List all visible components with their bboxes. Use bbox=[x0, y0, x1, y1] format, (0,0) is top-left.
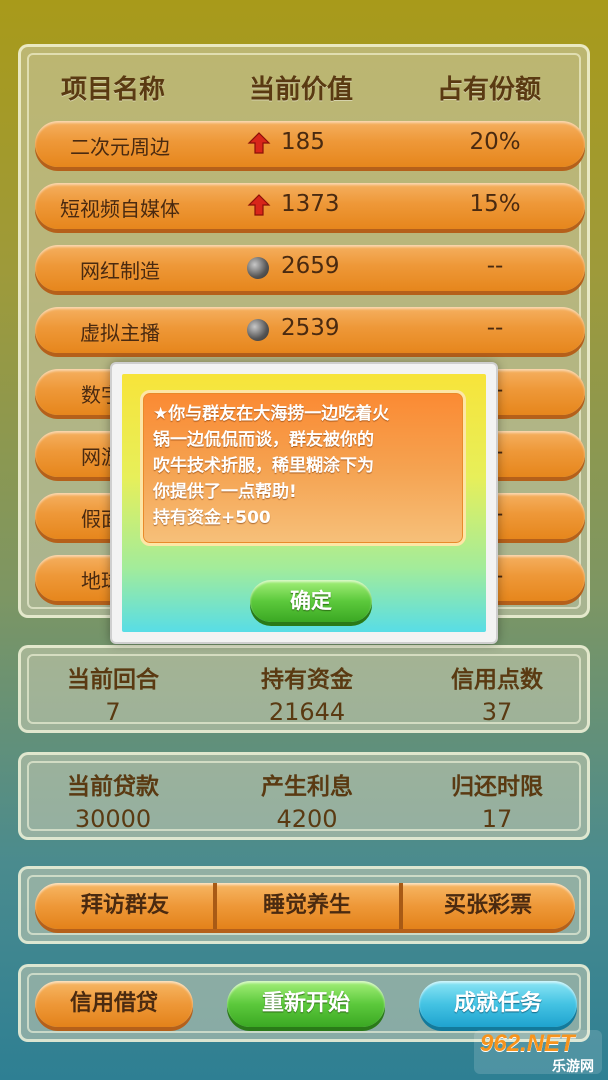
table-row[interactable]: 短视频自媒体 1373 15% bbox=[35, 183, 585, 229]
funds-label: 持有资金 bbox=[261, 667, 353, 693]
project-value: 185 bbox=[281, 129, 325, 155]
deadline-value: 17 bbox=[481, 805, 513, 833]
round-stat: 当前回合 7 bbox=[23, 660, 203, 726]
header-current-value: 当前价值 bbox=[249, 75, 354, 105]
round-label: 当前回合 bbox=[67, 667, 159, 693]
table-row[interactable]: 网红制造 2659 -- bbox=[35, 245, 585, 291]
up-arrow-icon bbox=[247, 132, 271, 154]
table-row[interactable]: 二次元周边 185 20% bbox=[35, 121, 585, 167]
site-watermark-logo: 962.NET 乐游网 bbox=[474, 1028, 602, 1076]
credit-label: 信用点数 bbox=[451, 667, 543, 693]
status-panel: 当前回合 7 持有资金 21644 信用点数 37 bbox=[18, 645, 590, 733]
header-project-name: 项目名称 bbox=[61, 75, 166, 105]
credit-loan-button[interactable]: 信用借贷 bbox=[35, 981, 193, 1027]
project-share: 20% bbox=[469, 129, 521, 155]
up-arrow-icon bbox=[247, 194, 271, 216]
sleep-health-button[interactable]: 睡觉养生 bbox=[217, 883, 397, 929]
loan-label: 当前贷款 bbox=[67, 774, 159, 800]
project-name: 网红制造 bbox=[80, 259, 160, 283]
project-value: 2539 bbox=[281, 315, 340, 341]
round-value: 7 bbox=[105, 698, 121, 726]
loan-value: 30000 bbox=[74, 805, 152, 833]
header-share: 占有份额 bbox=[437, 75, 542, 105]
deadline-stat: 归还时限 17 bbox=[407, 767, 587, 833]
funds-value: 21644 bbox=[268, 698, 346, 726]
actions-panel: 拜访群友 睡觉养生 买张彩票 bbox=[18, 866, 590, 944]
project-value: 2659 bbox=[281, 253, 340, 279]
message-line: 持有资金+500 bbox=[153, 508, 271, 528]
interest-stat: 产生利息 4200 bbox=[217, 767, 397, 833]
loan-panel: 当前贷款 30000 产生利息 4200 归还时限 17 bbox=[18, 752, 590, 840]
action-bar: 拜访群友 睡觉养生 买张彩票 bbox=[35, 883, 575, 929]
credit-value: 37 bbox=[481, 698, 513, 726]
project-name: 短视频自媒体 bbox=[60, 197, 180, 221]
project-share: 15% bbox=[469, 191, 521, 217]
table-header: 项目名称 当前价值 占有份额 bbox=[21, 69, 587, 109]
loan-stat: 当前贷款 30000 bbox=[23, 767, 203, 833]
project-name: 虚拟主播 bbox=[80, 321, 160, 345]
credit-stat: 信用点数 37 bbox=[407, 660, 587, 726]
message-line: 你提供了一点帮助! bbox=[153, 482, 297, 502]
event-dialog: ★你与群友在大海捞一边吃着火 锅一边侃侃而谈，群友被你的 吹牛技术折服，稀里糊涂… bbox=[110, 362, 498, 644]
achievements-button[interactable]: 成就任务 bbox=[419, 981, 577, 1027]
watermark-sub: 乐游网 bbox=[552, 1059, 594, 1075]
funds-stat: 持有资金 21644 bbox=[217, 660, 397, 726]
visit-friends-button[interactable]: 拜访群友 bbox=[35, 883, 215, 929]
dialog-body: ★你与群友在大海捞一边吃着火 锅一边侃侃而谈，群友被你的 吹牛技术折服，稀里糊涂… bbox=[122, 374, 486, 632]
event-message-box: ★你与群友在大海捞一边吃着火 锅一边侃侃而谈，群友被你的 吹牛技术折服，稀里糊涂… bbox=[140, 390, 466, 546]
buy-lottery-button[interactable]: 买张彩票 bbox=[401, 883, 575, 929]
watermark-main: 962.NET bbox=[480, 1030, 575, 1057]
interest-label: 产生利息 bbox=[261, 774, 353, 800]
project-value: 1373 bbox=[281, 191, 340, 217]
project-name: 二次元周边 bbox=[70, 135, 170, 159]
neutral-dot-icon bbox=[247, 319, 269, 341]
neutral-dot-icon bbox=[247, 257, 269, 279]
project-share: -- bbox=[486, 253, 504, 279]
deadline-label: 归还时限 bbox=[451, 774, 543, 800]
restart-button[interactable]: 重新开始 bbox=[227, 981, 385, 1027]
project-share: -- bbox=[486, 315, 504, 341]
message-line: 吹牛技术折服，稀里糊涂下为 bbox=[153, 456, 374, 476]
interest-value: 4200 bbox=[276, 805, 338, 833]
table-row[interactable]: 虚拟主播 2539 -- bbox=[35, 307, 585, 353]
confirm-button[interactable]: 确定 bbox=[250, 580, 372, 622]
message-line: 锅一边侃侃而谈，群友被你的 bbox=[153, 430, 374, 450]
message-line: ★你与群友在大海捞一边吃着火 bbox=[153, 404, 390, 424]
